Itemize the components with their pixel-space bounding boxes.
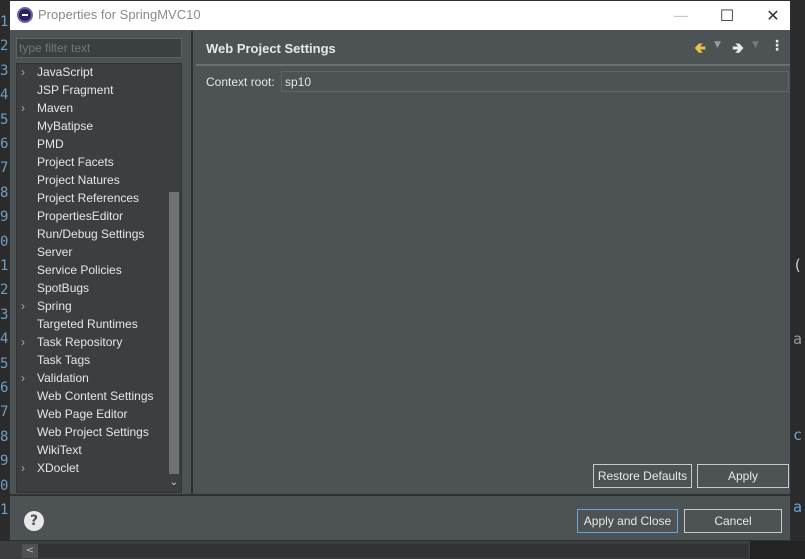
restore-defaults-button[interactable]: Restore Defaults — [593, 464, 692, 488]
tree-item-label: Run/Debug Settings — [37, 227, 145, 241]
editor-right-strip — [790, 30, 805, 540]
tree-item[interactable]: › XDoclet — [17, 459, 167, 477]
tree-item-label: XDoclet — [37, 461, 80, 475]
scroll-track[interactable] — [38, 544, 748, 558]
tree-item[interactable]: › Validation — [17, 369, 167, 387]
help-icon[interactable]: ? — [24, 511, 44, 531]
editor-char: a — [793, 498, 803, 516]
window-title: Properties for SpringMVC10 — [38, 7, 201, 22]
back-dropdown-icon[interactable]: ▼ — [714, 40, 721, 50]
tree-item-label: Project Natures — [37, 173, 120, 187]
tree-item-label: Project Facets — [37, 155, 114, 169]
tree-item[interactable]: Run/Debug Settings — [17, 225, 167, 243]
chevron-right-icon[interactable]: › — [21, 297, 25, 315]
apply-button[interactable]: Apply — [697, 464, 789, 488]
tree-item[interactable]: PMD — [17, 135, 167, 153]
chevron-down-icon[interactable]: ⌄ — [168, 476, 180, 490]
close-button[interactable]: ✕ — [750, 1, 796, 30]
context-root-label: Context root: — [206, 75, 275, 89]
tree-item-label: Project References — [37, 191, 140, 205]
eclipse-icon — [17, 7, 33, 23]
title-bar[interactable]: Properties for SpringMVC10 — ☐ ✕ — [10, 1, 790, 30]
tree-item[interactable]: Server — [17, 243, 167, 261]
editor-char: ( — [793, 256, 803, 274]
tree-item[interactable]: › Task Repository — [17, 333, 167, 351]
tree-item[interactable]: Web Content Settings — [17, 387, 167, 405]
properties-dialog: Properties for SpringMVC10 — ☐ ✕ › JavaSc… — [9, 0, 791, 541]
pane-sash[interactable] — [191, 31, 193, 494]
tree-item[interactable]: Project Facets — [17, 153, 167, 171]
tree-item-label: WikiText — [37, 443, 82, 457]
footer-divider — [10, 494, 790, 496]
tree-item-label: PMD — [37, 137, 64, 151]
tree-item[interactable]: › JavaScript — [17, 64, 167, 81]
chevron-right-icon[interactable]: › — [21, 333, 25, 351]
scroll-left-icon[interactable]: < — [22, 544, 38, 558]
tree-item[interactable]: JSP Fragment — [17, 81, 167, 99]
tree-item-label: Server — [37, 245, 73, 259]
editor-horizontal-scrollbar[interactable]: < — [0, 541, 805, 559]
tree-item[interactable]: Service Policies — [17, 261, 167, 279]
tree-item-label: Targeted Runtimes — [37, 317, 138, 331]
chevron-right-icon[interactable]: › — [21, 459, 25, 477]
tree-item[interactable]: › Spring — [17, 297, 167, 315]
chevron-right-icon[interactable]: › — [21, 369, 25, 387]
minimize-button[interactable]: — — [658, 1, 704, 30]
tree-item[interactable]: SpotBugs — [17, 279, 167, 297]
tree-item-label: Task Repository — [37, 335, 123, 349]
tree-item-label: JavaScript — [37, 65, 94, 79]
page-title: Web Project Settings — [206, 41, 336, 56]
tree-item[interactable]: Project Natures — [17, 171, 167, 189]
tree-scrollbar[interactable]: ⌄ — [167, 64, 181, 492]
tree-item-label: Web Page Editor — [37, 407, 128, 421]
chevron-right-icon[interactable]: › — [21, 99, 25, 117]
tree-item[interactable]: Project References — [17, 189, 167, 207]
status-corner — [750, 541, 805, 559]
back-arrow-icon[interactable]: 🢀 — [694, 38, 710, 57]
tree-item[interactable]: PropertiesEditor — [17, 207, 167, 225]
tree-item-label: Web Project Settings — [37, 425, 149, 439]
editor-char: a — [793, 330, 803, 348]
editor-char: c — [793, 426, 803, 444]
tree-item[interactable]: Targeted Runtimes — [17, 315, 167, 333]
forward-dropdown-icon[interactable]: ▼ — [752, 40, 759, 50]
tree-item-label: Service Policies — [37, 263, 122, 277]
tree-item-label: Spring — [37, 299, 72, 313]
tree-item-label: JSP Fragment — [37, 83, 114, 97]
tree-item[interactable]: Web Project Settings — [17, 423, 167, 441]
tree-item-label: Task Tags — [37, 353, 91, 367]
forward-arrow-icon[interactable]: 🢂 — [732, 38, 748, 57]
more-menu-icon[interactable]: ⋮ — [770, 38, 784, 54]
context-root-input[interactable] — [281, 71, 789, 92]
tree-item[interactable]: WikiText — [17, 441, 167, 459]
property-tree[interactable]: › JavaScript JSP Fragment › Maven MyBatipse PM… — [16, 63, 182, 493]
scroll-up-arrow[interactable] — [169, 64, 179, 74]
tree-item-label: MyBatipse — [37, 119, 94, 133]
tree-item[interactable]: › Maven — [17, 99, 167, 117]
scroll-thumb[interactable] — [169, 192, 179, 474]
tree-item-label: Web Content Settings — [37, 389, 154, 403]
filter-input[interactable] — [16, 38, 182, 58]
apply-and-close-button[interactable]: Apply and Close — [577, 509, 678, 533]
tree-item-label: SpotBugs — [37, 281, 90, 295]
cancel-button[interactable]: Cancel — [684, 509, 782, 533]
tree-item-label: Validation — [37, 371, 89, 385]
tree-item[interactable]: Web Page Editor — [17, 405, 167, 423]
tree-item[interactable]: Task Tags — [17, 351, 167, 369]
maximize-button[interactable]: ☐ — [704, 1, 750, 30]
tree-item[interactable]: MyBatipse — [17, 117, 167, 135]
tree-item-label: PropertiesEditor — [37, 209, 124, 223]
tree-item-label: Maven — [37, 101, 74, 115]
title-divider — [196, 64, 790, 66]
chevron-right-icon[interactable]: › — [21, 64, 25, 81]
